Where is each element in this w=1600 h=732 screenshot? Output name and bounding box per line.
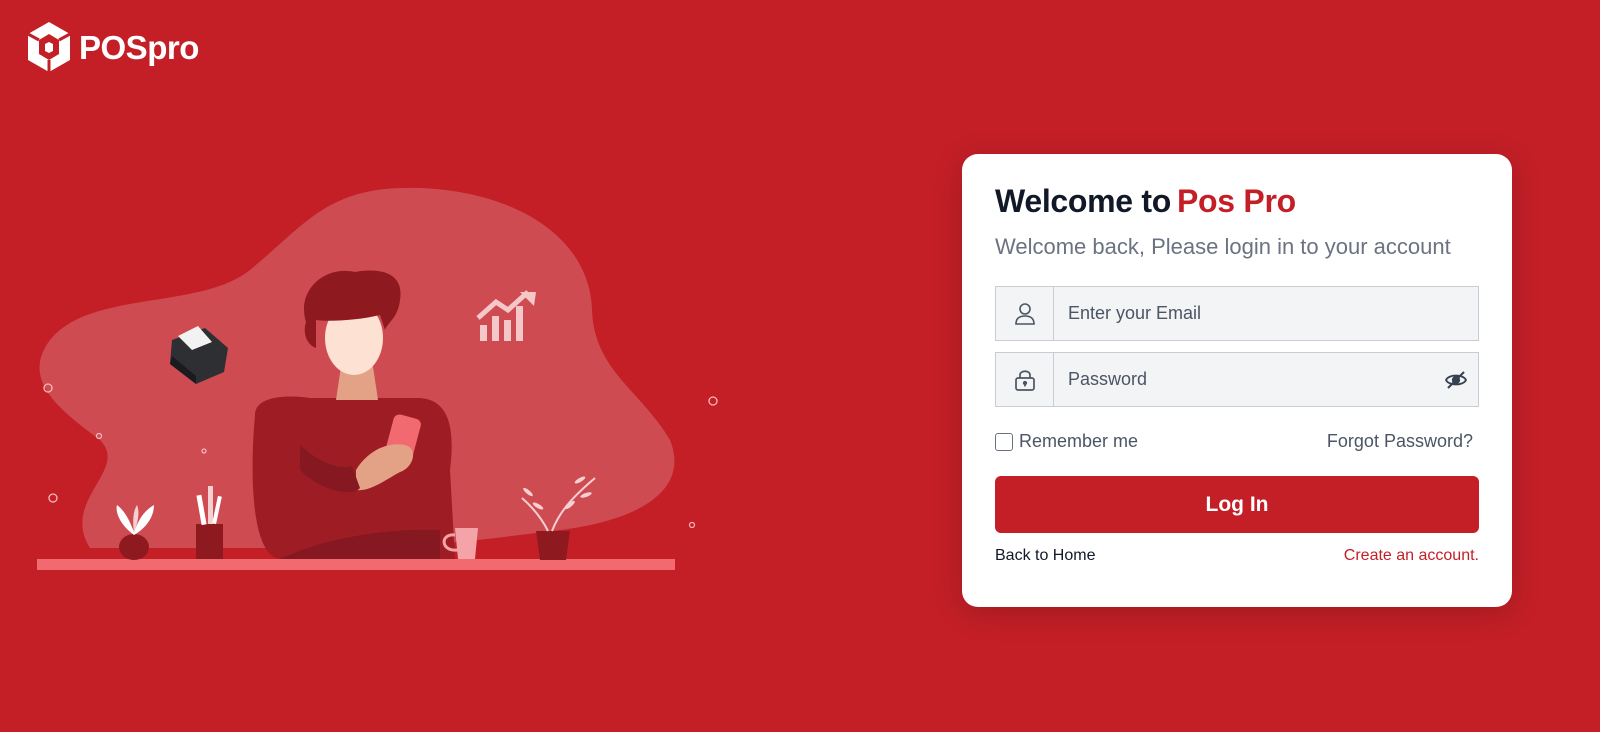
email-input[interactable]: [1054, 287, 1478, 341]
page-title: Welcome to Pos Pro: [995, 182, 1479, 220]
back-to-home-link[interactable]: Back to Home: [995, 547, 1095, 565]
remember-checkbox[interactable]: [995, 432, 1013, 451]
hero-illustration: [37, 187, 718, 570]
email-field-group: [995, 286, 1479, 342]
password-field-group: [995, 352, 1479, 408]
create-account-link[interactable]: Create an account.: [1344, 547, 1479, 565]
forgot-password-link[interactable]: Forgot Password?: [1327, 431, 1473, 452]
lock-icon: [996, 353, 1054, 407]
title-prefix: Welcome to: [995, 183, 1172, 219]
remember-row: Remember me Forgot Password?: [995, 431, 1479, 452]
password-input[interactable]: [1054, 353, 1434, 407]
title-brand: Pos Pro: [1177, 183, 1296, 219]
remember-me[interactable]: Remember me: [995, 431, 1138, 452]
bottom-links: Back to Home Create an account.: [995, 547, 1479, 565]
user-icon: [996, 287, 1054, 341]
brand-name: POSpro: [79, 29, 199, 66]
remember-label: Remember me: [1019, 431, 1139, 452]
page-subtitle: Welcome back, Please login in to your ac…: [995, 234, 1451, 260]
login-card: Welcome to Pos Pro Welcome back, Please l…: [962, 154, 1512, 607]
login-button[interactable]: Log In: [995, 476, 1479, 534]
eye-off-icon[interactable]: [1434, 353, 1478, 406]
pospro-logo-icon: [27, 22, 71, 72]
brand-logo[interactable]: POSpro: [25, 20, 199, 76]
